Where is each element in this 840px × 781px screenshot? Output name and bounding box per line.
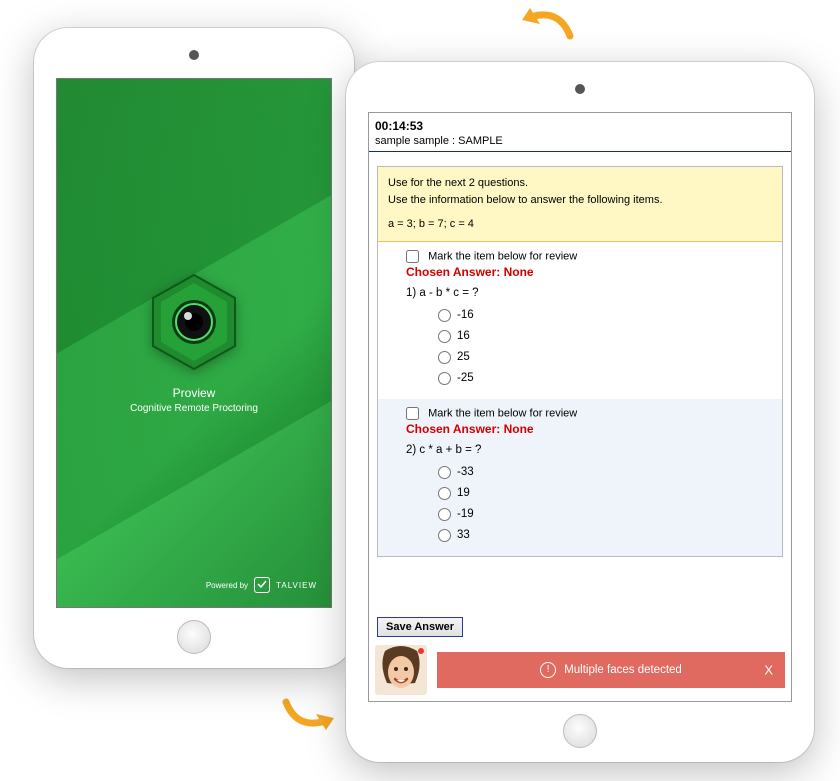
exam-body: Use for the next 2 questions. Use the in… <box>369 152 791 613</box>
exam-header: 00:14:53 sample sample : SAMPLE <box>369 113 791 152</box>
answer-radio[interactable] <box>438 351 451 364</box>
swap-arrow-bottom <box>276 692 336 734</box>
question-panel: Use for the next 2 questions. Use the in… <box>377 166 783 557</box>
tablet-home-button[interactable] <box>563 714 597 748</box>
splash-screen: Proview Cognitive Remote Proctoring Powe… <box>56 78 332 608</box>
answer-text: 19 <box>457 487 470 499</box>
proview-logo <box>150 272 238 372</box>
question-stem: 1) a - b * c = ? <box>378 285 782 305</box>
mark-for-review-label: Mark the item below for review <box>428 407 577 419</box>
chosen-answer: Chosen Answer: None <box>378 422 782 442</box>
alert-icon: ! <box>540 662 556 678</box>
chosen-answer-prefix: Chosen Answer: <box>406 422 500 436</box>
stimulus-box: Use for the next 2 questions. Use the in… <box>378 167 782 242</box>
question-stem: 2) c * a + b = ? <box>378 442 782 462</box>
answer-radio[interactable] <box>438 529 451 542</box>
answer-radio[interactable] <box>438 309 451 322</box>
save-row: Save Answer <box>369 613 791 643</box>
answer-text: -19 <box>457 508 474 520</box>
tablet-device-right: 00:14:53 sample sample : SAMPLE Use for … <box>346 62 814 762</box>
alert-message: Multiple faces detected <box>564 664 682 676</box>
swap-arrow-top <box>520 4 580 46</box>
proctor-alert-bar: ! Multiple faces detected X <box>369 643 791 701</box>
powered-by-label: Powered by <box>206 581 248 590</box>
tablet-camera <box>189 50 199 60</box>
chosen-answer-value: None <box>504 265 534 279</box>
answer-text: 33 <box>457 529 470 541</box>
splash-title: Proview <box>173 386 216 400</box>
stimulus-line: Use the information below to answer the … <box>388 192 772 209</box>
powered-by-brand: TALVIEW <box>276 581 317 590</box>
mark-for-review-checkbox[interactable] <box>406 407 419 420</box>
tablet-home-button[interactable] <box>177 620 211 654</box>
mark-for-review-row: Mark the item below for review <box>378 403 782 422</box>
exam-screen: 00:14:53 sample sample : SAMPLE Use for … <box>368 112 792 702</box>
splash-subtitle: Cognitive Remote Proctoring <box>130 403 258 414</box>
answer-option[interactable]: 25 <box>438 347 782 368</box>
answer-text: 16 <box>457 330 470 342</box>
talview-mark-icon <box>254 577 270 593</box>
alert-banner: ! Multiple faces detected X <box>437 652 785 688</box>
alert-close-button[interactable]: X <box>764 663 773 678</box>
tablet-device-left: Proview Cognitive Remote Proctoring Powe… <box>34 28 354 668</box>
answer-radio[interactable] <box>438 466 451 479</box>
answer-radio[interactable] <box>438 330 451 343</box>
question-block-1: Mark the item below for review Chosen An… <box>378 242 782 399</box>
chosen-answer-prefix: Chosen Answer: <box>406 265 500 279</box>
mark-for-review-label: Mark the item below for review <box>428 250 577 262</box>
save-answer-button[interactable]: Save Answer <box>377 617 463 637</box>
answer-option[interactable]: 33 <box>438 525 782 546</box>
answer-radio[interactable] <box>438 372 451 385</box>
chosen-answer: Chosen Answer: None <box>378 265 782 285</box>
stimulus-data: a = 3; b = 7; c = 4 <box>388 216 772 233</box>
tablet-camera <box>575 84 585 94</box>
answer-radio[interactable] <box>438 508 451 521</box>
answer-option[interactable]: 16 <box>438 326 782 347</box>
answer-option[interactable]: 19 <box>438 483 782 504</box>
answer-options: -33 19 -19 33 <box>378 462 782 546</box>
mark-for-review-checkbox[interactable] <box>406 250 419 263</box>
webcam-thumbnail[interactable] <box>375 645 427 695</box>
answer-radio[interactable] <box>438 487 451 500</box>
stimulus-line: Use for the next 2 questions. <box>388 175 772 192</box>
answer-option[interactable]: -25 <box>438 368 782 389</box>
answer-text: 25 <box>457 351 470 363</box>
powered-by: Powered by TALVIEW <box>206 577 317 593</box>
recording-indicator-icon <box>418 648 424 654</box>
answer-option[interactable]: -33 <box>438 462 782 483</box>
answer-options: -16 16 25 -25 <box>378 305 782 389</box>
answer-text: -16 <box>457 309 474 321</box>
exam-timer: 00:14:53 <box>375 119 785 133</box>
answer-option[interactable]: -16 <box>438 305 782 326</box>
answer-text: -25 <box>457 372 474 384</box>
answer-option[interactable]: -19 <box>438 504 782 525</box>
answer-text: -33 <box>457 466 474 478</box>
question-block-2: Mark the item below for review Chosen An… <box>378 399 782 556</box>
mark-for-review-row: Mark the item below for review <box>378 246 782 265</box>
chosen-answer-value: None <box>504 422 534 436</box>
candidate-label: sample sample : SAMPLE <box>375 135 785 147</box>
